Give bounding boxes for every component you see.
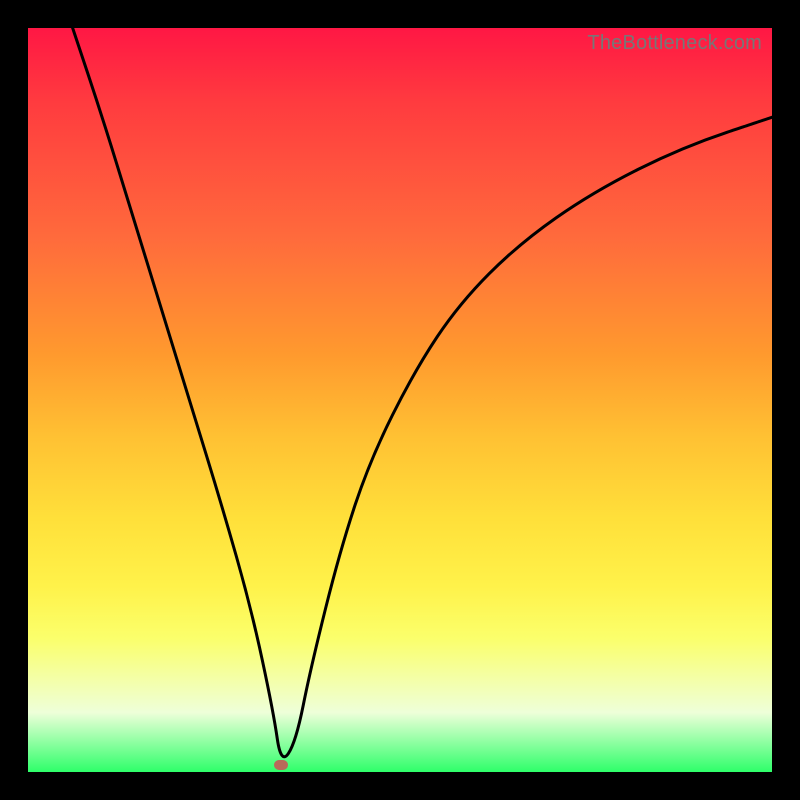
bottleneck-curve — [28, 28, 772, 772]
curve-path — [73, 28, 772, 757]
minimum-marker — [274, 760, 288, 770]
plot-area: TheBottleneck.com — [28, 28, 772, 772]
chart-frame: TheBottleneck.com — [0, 0, 800, 800]
